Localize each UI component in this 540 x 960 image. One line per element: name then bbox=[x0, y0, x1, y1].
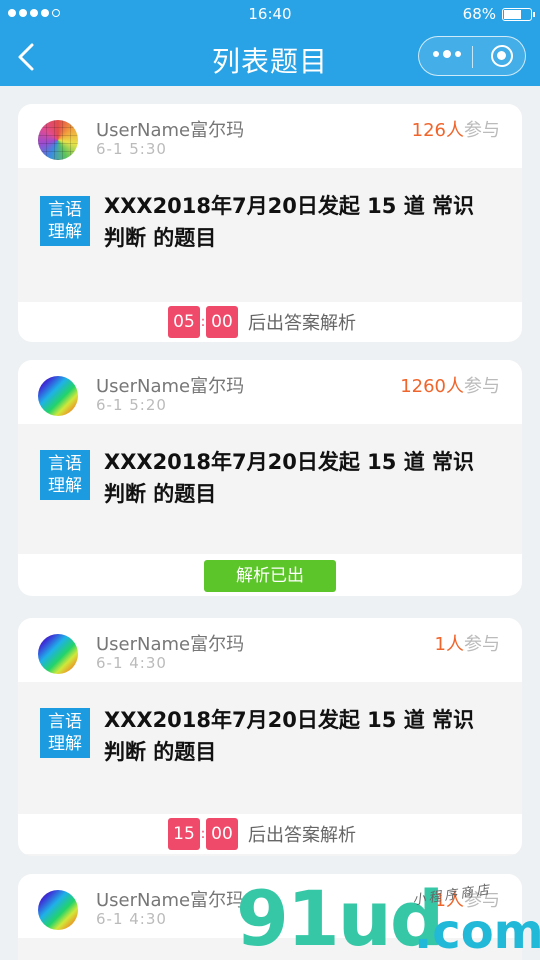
miniprogram-capsule bbox=[418, 36, 526, 76]
card-footer: 解析已出 bbox=[18, 554, 522, 596]
avatar bbox=[38, 120, 78, 160]
username: UserName富尔玛 bbox=[96, 376, 245, 397]
username: UserName富尔玛 bbox=[96, 634, 245, 655]
question-title: XXX2018年7月20日发起 15 道 常识 判断 的题目 bbox=[104, 450, 475, 506]
timer-label: 后出答案解析 bbox=[248, 825, 356, 846]
post-time: 6-1 5:20 bbox=[96, 396, 167, 414]
question-title: XXX2018年7月20日发起 15 道 常识 判断 的题目 bbox=[104, 194, 475, 250]
category-badge: 言语 理解 bbox=[40, 708, 90, 758]
post-time: 6-1 5:30 bbox=[96, 140, 167, 158]
countdown-timer: 15 : 00 后出答案解析 bbox=[168, 818, 356, 850]
avatar bbox=[38, 634, 78, 674]
close-target-icon[interactable] bbox=[491, 45, 513, 67]
participant-number: 1人 bbox=[434, 634, 464, 655]
question-title: XXX2018年7月20日发起 15 道 常识 判断 的题目 bbox=[104, 708, 475, 764]
participant-count: 1260人参与 bbox=[400, 372, 500, 398]
username: UserName富尔玛 bbox=[96, 890, 245, 911]
battery-icon bbox=[502, 8, 535, 21]
participant-label: 参与 bbox=[464, 376, 500, 397]
card-footer: 15 : 00 后出答案解析 bbox=[18, 814, 522, 854]
timer-minutes: 05 bbox=[168, 306, 200, 338]
watermark-main: 91ud bbox=[236, 874, 444, 960]
countdown-timer: 05 : 00 后出答案解析 bbox=[168, 306, 356, 338]
participant-count: 126人参与 bbox=[412, 116, 500, 142]
post-time: 6-1 4:30 bbox=[96, 654, 167, 672]
status-bar: 16:40 68% bbox=[0, 0, 540, 28]
username: UserName富尔玛 bbox=[96, 120, 245, 141]
watermark-logo: 91ud .com 小程序商店 bbox=[236, 874, 540, 960]
participant-label: 参与 bbox=[464, 634, 500, 655]
participant-number: 126人 bbox=[411, 120, 464, 141]
card-header: UserName富尔玛 6-1 5:30 126人参与 bbox=[18, 104, 522, 168]
timer-label: 后出答案解析 bbox=[248, 313, 356, 334]
card-footer: 05 : 00 后出答案解析 bbox=[18, 302, 522, 342]
category-badge: 言语 理解 bbox=[40, 196, 90, 246]
card-header: UserName富尔玛 6-1 5:20 1260人参与 bbox=[18, 360, 522, 424]
battery-percent: 68% bbox=[462, 5, 496, 23]
post-time: 6-1 4:30 bbox=[96, 910, 167, 928]
analysis-ready-button[interactable]: 解析已出 bbox=[204, 560, 336, 592]
timer-minutes: 15 bbox=[168, 818, 200, 850]
participant-count: 1人参与 bbox=[435, 630, 500, 656]
nav-bar: 列表题目 bbox=[0, 28, 540, 86]
category-badge: 言语 理解 bbox=[40, 450, 90, 500]
participant-label: 参与 bbox=[464, 120, 500, 141]
avatar bbox=[38, 890, 78, 930]
status-time: 16:40 bbox=[248, 5, 292, 23]
timer-seconds: 00 bbox=[206, 818, 238, 850]
participant-number: 1260人 bbox=[400, 376, 464, 397]
question-card[interactable]: UserName富尔玛 6-1 5:20 1260人参与 言语 理解 XXX201… bbox=[18, 360, 522, 596]
more-icon[interactable] bbox=[433, 50, 461, 58]
card-header: UserName富尔玛 6-1 4:30 1人参与 bbox=[18, 618, 522, 682]
avatar bbox=[38, 376, 78, 416]
watermark-domain: .com bbox=[414, 904, 540, 960]
question-card[interactable]: UserName富尔玛 6-1 4:30 1人参与 言语 理解 XXX2018年7… bbox=[18, 618, 522, 856]
question-card[interactable]: UserName富尔玛 6-1 5:30 126人参与 言语 理解 XXX2018… bbox=[18, 104, 522, 342]
timer-seconds: 00 bbox=[206, 306, 238, 338]
